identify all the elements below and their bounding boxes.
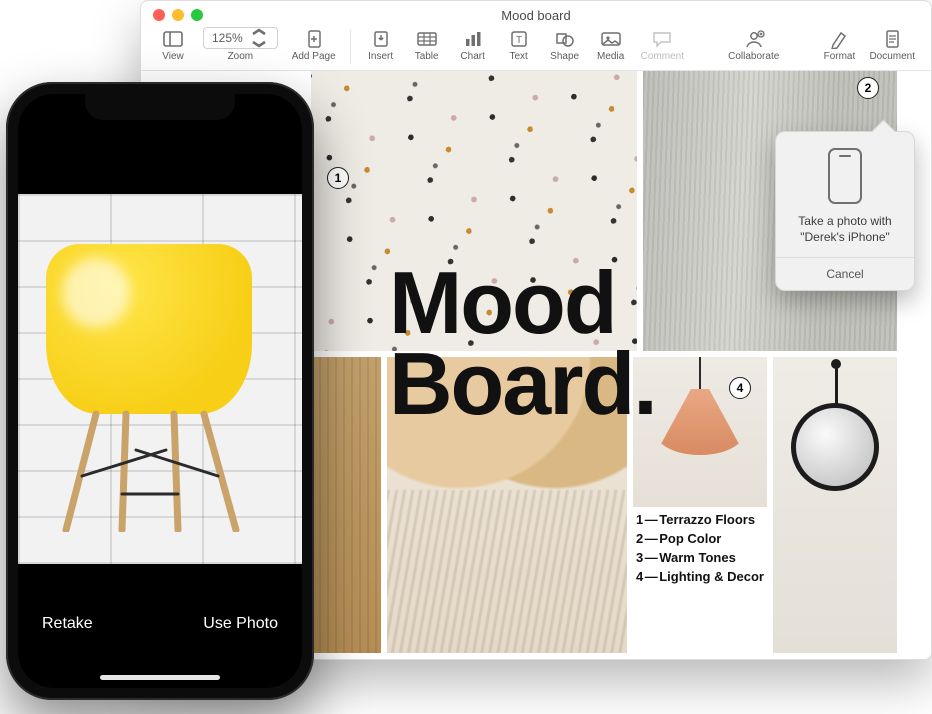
popover-message: Take a photo with "Derek's iPhone" [776, 214, 914, 257]
iphone-outline-icon [828, 148, 862, 204]
pendant-lamp-icon [673, 357, 727, 455]
marker-1: 1 [327, 167, 349, 189]
zoom-icon[interactable] [191, 9, 203, 21]
use-photo-button[interactable]: Use Photo [203, 615, 278, 633]
zoom-label: Zoom [228, 51, 254, 62]
tile-wood [311, 357, 381, 653]
view-label: View [162, 51, 184, 62]
add-page-label: Add Page [292, 51, 336, 62]
doc-big-title: Mood Board. [389, 263, 656, 425]
tile-mirror [773, 357, 897, 653]
toolbar: View 125% Zoom Add Page Insert Table Cha… [141, 21, 931, 71]
yellow-chair-icon [46, 244, 252, 532]
chevron-updown-icon [247, 28, 271, 48]
legend: 1—Terrazzo Floors 2—Pop Color 3—Warm Ton… [636, 511, 764, 586]
marker-2: 2 [857, 77, 879, 99]
mirror-icon [791, 403, 879, 491]
zoom-select[interactable]: 125% Zoom [199, 25, 282, 64]
camera-confirm-bar: Retake Use Photo [18, 578, 302, 688]
view-button[interactable]: View [153, 27, 193, 64]
text-button[interactable]: T Text [499, 27, 539, 64]
shape-button[interactable]: Shape [545, 27, 585, 64]
retake-button[interactable]: Retake [42, 615, 93, 633]
insert-button[interactable]: Insert [361, 27, 401, 64]
continuity-camera-popover: Take a photo with "Derek's iPhone" Cance… [775, 131, 915, 291]
toolbar-separator [350, 30, 351, 64]
iphone-screen: Retake Use Photo [18, 94, 302, 688]
iphone-device: Retake Use Photo [6, 82, 314, 700]
table-button[interactable]: Table [407, 27, 447, 64]
marker-4: 4 [729, 377, 751, 399]
close-icon[interactable] [153, 9, 165, 21]
svg-text:T: T [516, 35, 522, 46]
comment-button: Comment [637, 27, 688, 64]
collaborate-button[interactable]: Collaborate [724, 27, 783, 64]
cancel-button[interactable]: Cancel [776, 257, 914, 290]
home-indicator[interactable] [100, 675, 220, 680]
titlebar: Mood board [141, 1, 931, 21]
format-button[interactable]: Format [819, 27, 859, 64]
add-page-button[interactable]: Add Page [288, 27, 340, 64]
window-controls [153, 9, 203, 21]
notch [85, 94, 235, 120]
camera-viewfinder [18, 194, 302, 564]
media-button[interactable]: Media [591, 27, 631, 64]
chart-button[interactable]: Chart [453, 27, 493, 64]
minimize-icon[interactable] [172, 9, 184, 21]
document-button[interactable]: Document [865, 27, 919, 64]
zoom-value: 125% [212, 31, 243, 45]
